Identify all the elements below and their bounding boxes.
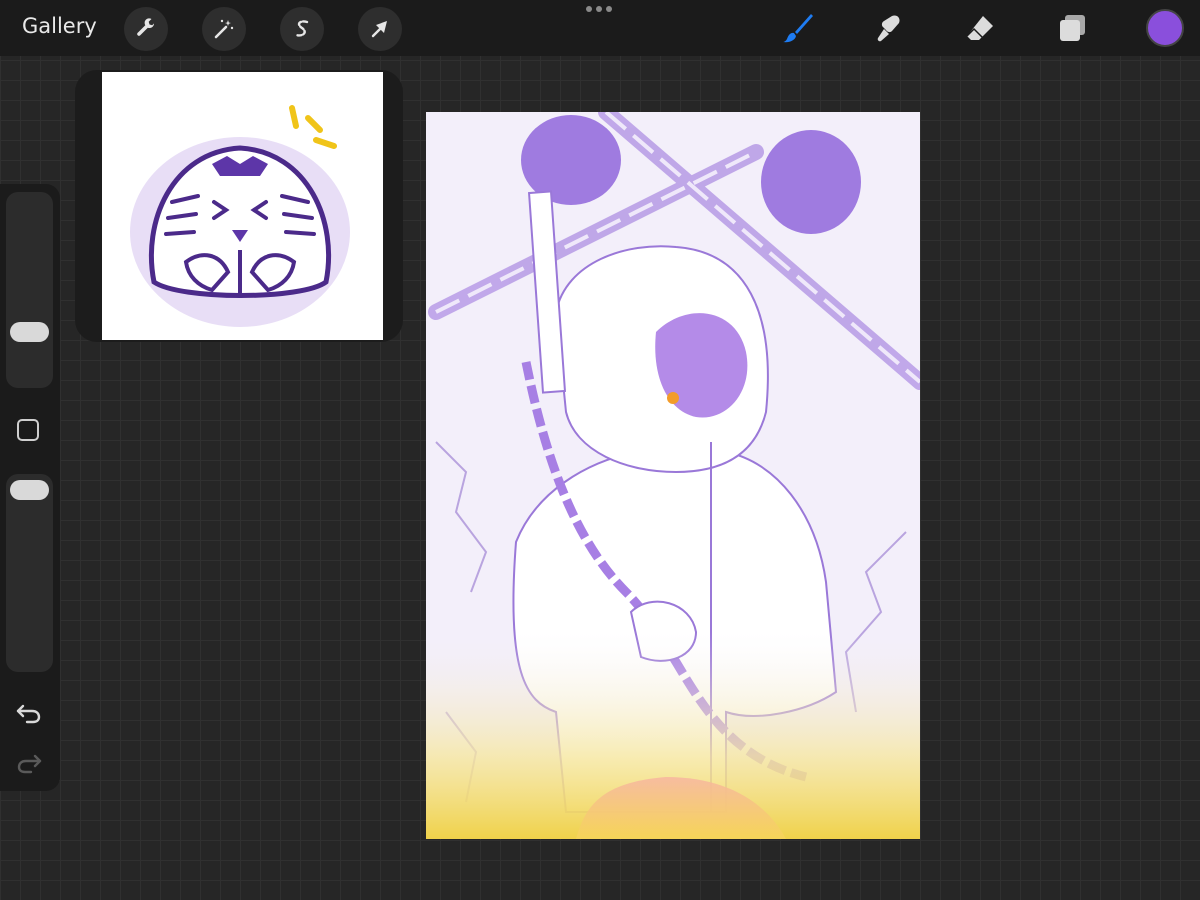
smudge-button[interactable] <box>868 8 908 48</box>
transform-button[interactable] <box>358 7 402 51</box>
redo-icon[interactable] <box>15 748 43 776</box>
undo-icon[interactable] <box>15 698 43 726</box>
brush-button[interactable] <box>778 8 818 48</box>
layers-icon <box>1060 15 1085 41</box>
brush-size-slider-thumb[interactable] <box>10 322 49 342</box>
modify-button[interactable] <box>17 419 39 441</box>
transform-arrow-icon <box>371 21 387 38</box>
drawing-canvas[interactable] <box>426 112 920 839</box>
top-toolbar: Gallery <box>0 0 1200 56</box>
color-picker-button[interactable] <box>1146 9 1184 47</box>
canvas-artwork <box>426 112 920 839</box>
brush-icon <box>783 14 813 43</box>
adjustments-button[interactable] <box>202 7 246 51</box>
magic-wand-icon <box>214 19 234 39</box>
more-options-grabber[interactable] <box>586 6 612 12</box>
wrench-icon <box>137 18 155 36</box>
opacity-slider[interactable] <box>6 474 53 672</box>
selection-button[interactable] <box>280 7 324 51</box>
actions-button[interactable] <box>124 7 168 51</box>
left-sidebar <box>0 184 60 791</box>
smudge-icon <box>877 15 900 42</box>
eraser-button[interactable] <box>960 8 1000 48</box>
selection-icon <box>294 20 309 37</box>
opacity-slider-thumb[interactable] <box>10 480 49 500</box>
layers-button[interactable] <box>1052 8 1092 48</box>
brush-size-slider[interactable] <box>6 192 53 388</box>
reference-window[interactable] <box>75 70 403 342</box>
reference-image <box>102 72 383 340</box>
eraser-icon <box>966 16 993 40</box>
gallery-button[interactable]: Gallery <box>22 14 97 38</box>
